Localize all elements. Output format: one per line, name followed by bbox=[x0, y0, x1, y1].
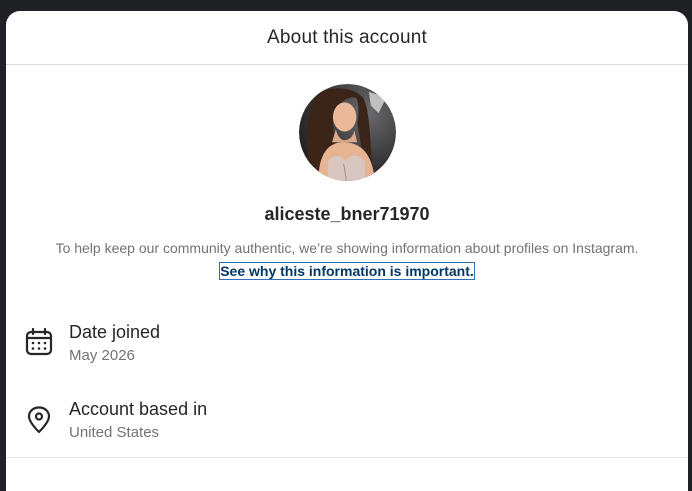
date-joined-label: Date joined bbox=[69, 322, 161, 342]
about-account-dialog: About this account aliceste_bner71970 To… bbox=[6, 11, 688, 491]
date-joined-text: Date joined May 2026 bbox=[69, 320, 160, 367]
account-location-label: Account based in bbox=[69, 399, 208, 419]
learn-why-link[interactable]: See why this information is important. bbox=[219, 262, 475, 280]
account-location-row: Account based in United States bbox=[6, 397, 688, 457]
calendar-icon bbox=[25, 327, 53, 356]
location-pin-icon bbox=[27, 406, 51, 434]
dialog-title: About this account bbox=[267, 26, 427, 48]
account-location-value: United States bbox=[69, 424, 160, 441]
date-joined-row: Date joined May 2026 bbox=[6, 320, 688, 380]
avatar bbox=[298, 84, 396, 181]
explanation-text: To help keep our community authentic, we… bbox=[47, 237, 647, 283]
date-joined-value: May 2026 bbox=[69, 347, 135, 364]
avatar-container bbox=[6, 84, 688, 181]
username: aliceste_bner71970 bbox=[264, 204, 430, 224]
dialog-header: About this account bbox=[6, 11, 688, 65]
account-location-text: Account based in United States bbox=[69, 397, 207, 444]
explanation-body: To help keep our community authentic, we… bbox=[55, 240, 639, 256]
divider bbox=[6, 457, 688, 458]
